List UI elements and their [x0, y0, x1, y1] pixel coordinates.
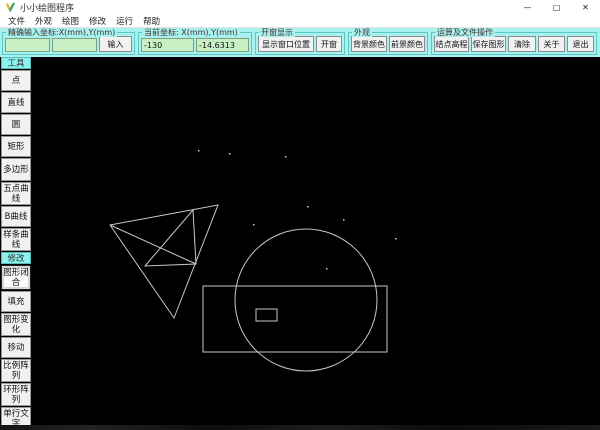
point-tool[interactable]: 点	[1, 70, 31, 91]
move-tool[interactable]: 移动	[1, 337, 31, 358]
fill-tool[interactable]: 填充	[1, 291, 31, 312]
appearance-group: 外观 背景颜色 前景颜色	[348, 28, 428, 55]
precise-y-input[interactable]	[52, 38, 97, 52]
line-tool[interactable]: 直线	[1, 92, 31, 113]
point-mark	[326, 268, 328, 270]
current-coords-group: 当前坐标: X(mm),Y(mm) -130 -14.6313	[138, 28, 252, 55]
about-button[interactable]: 关于	[538, 36, 565, 52]
toolbar: 精确输入坐标:X(mm),Y(mm) 输入 当前坐标: X(mm),Y(mm) …	[0, 28, 600, 57]
appearance-group-label: 外观	[352, 28, 372, 37]
menu-modify[interactable]: 修改	[84, 15, 111, 27]
clear-button[interactable]: 清除	[508, 36, 536, 52]
main-area: 工具点直线圆矩形 多边形 五点曲线 B曲线 样条曲线 修改 图形闭合 填充 图形变化 移动 比例阵列…	[0, 57, 600, 430]
open-window-button[interactable]: 开窗	[316, 36, 342, 52]
menu-file[interactable]: 文件	[3, 15, 30, 27]
menu-draw[interactable]: 绘图	[57, 15, 84, 27]
menu-bar: 文件 外观 绘图 修改 运行 帮助	[0, 15, 600, 28]
tool-sidebar: 工具点直线圆矩形 多边形 五点曲线 B曲线 样条曲线 修改 图形闭合 填充 图形变化 移动 比例阵列…	[1, 57, 31, 430]
point-mark	[229, 153, 231, 155]
circle-tool[interactable]: 圆	[1, 114, 31, 135]
polygon-tool[interactable]: 多边形	[1, 158, 31, 181]
point-mark	[395, 238, 397, 240]
precise-x-input[interactable]	[5, 38, 50, 52]
bottom-edge	[0, 425, 600, 430]
caption-buttons: — □ ✕	[513, 0, 600, 15]
circular-array-tool[interactable]: 环形阵列	[1, 383, 31, 406]
modify-section-label: 修改	[1, 252, 31, 264]
point-mark	[285, 156, 287, 158]
operations-file-group-label: 运算及文件操作	[435, 28, 495, 37]
precise-input-group: 精确输入坐标:X(mm),Y(mm) 输入	[2, 28, 135, 55]
menu-help[interactable]: 帮助	[138, 15, 165, 27]
large-rectangle	[202, 285, 388, 353]
foreground-color-button[interactable]: 前景颜色	[389, 36, 425, 52]
drawing-canvas[interactable]	[0, 57, 600, 430]
precise-input-label: 精确输入坐标:X(mm),Y(mm)	[6, 28, 118, 37]
outer-triangle	[109, 204, 219, 320]
save-graphic-button[interactable]: 保存图形	[471, 36, 506, 52]
point-mark	[198, 150, 200, 152]
menu-appearance[interactable]: 外观	[30, 15, 57, 27]
inner-triangle	[143, 208, 197, 267]
point-mark	[307, 206, 309, 208]
close-button[interactable]: ✕	[571, 0, 600, 15]
circle-shape	[234, 228, 378, 372]
small-rectangle	[255, 308, 278, 322]
close-shape-tool[interactable]: 图形闭合	[1, 265, 31, 290]
window-title: 小小绘图程序	[20, 4, 75, 14]
input-submit-button[interactable]: 输入	[99, 36, 132, 52]
current-x-value: -130	[141, 38, 194, 52]
tools-section-label: 工具	[1, 57, 31, 69]
current-coords-label: 当前坐标: X(mm),Y(mm)	[142, 28, 240, 37]
window-display-group: 开窗显示 显示窗口位置 开窗	[255, 28, 345, 55]
b-curve-tool[interactable]: B曲线	[1, 206, 31, 227]
app-window: 小小绘图程序 — □ ✕ 文件 外观 绘图 修改 运行 帮助 精确输入坐标:X(mm),Y(m…	[0, 0, 600, 430]
spline-curve-tool[interactable]: 样条曲线	[1, 228, 31, 251]
rectangle-tool[interactable]: 矩形	[1, 136, 31, 157]
current-y-value: -14.6313	[196, 38, 249, 52]
scale-array-tool[interactable]: 比例阵列	[1, 359, 31, 382]
app-logo-icon	[6, 2, 15, 13]
point-mark	[253, 224, 255, 226]
window-display-group-label: 开窗显示	[259, 28, 295, 37]
node-elevation-button[interactable]: 结点高程	[434, 36, 469, 52]
operations-file-group: 运算及文件操作 结点高程 保存图形 清除 关于 退出	[431, 28, 597, 55]
title-bar: 小小绘图程序 — □ ✕	[0, 0, 600, 15]
menu-run[interactable]: 运行	[111, 15, 138, 27]
exit-button[interactable]: 退出	[567, 36, 594, 52]
five-point-curve-tool[interactable]: 五点曲线	[1, 182, 31, 205]
shape-transform-tool[interactable]: 图形变化	[1, 313, 31, 336]
maximize-button[interactable]: □	[542, 0, 571, 15]
point-mark	[343, 219, 345, 221]
show-window-position-button[interactable]: 显示窗口位置	[258, 36, 314, 52]
minimize-button[interactable]: —	[513, 0, 542, 15]
background-color-button[interactable]: 背景颜色	[351, 36, 387, 52]
